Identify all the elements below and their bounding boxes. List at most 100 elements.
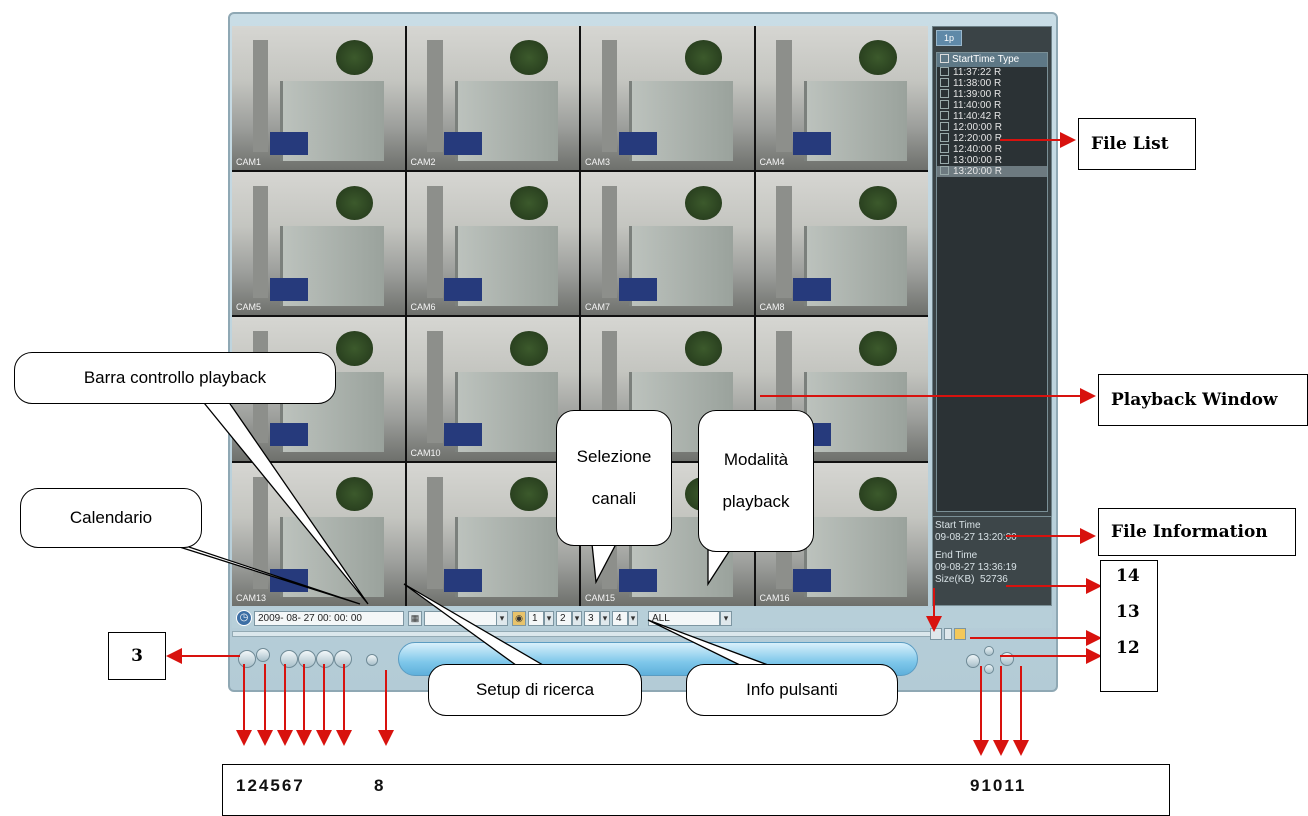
file-rows: 11:37:22 R 11:38:00 R 11:39:00 R 11:40:00 R… <box>937 67 1047 177</box>
playback-mode-select[interactable]: ALL <box>648 611 720 626</box>
number-14: 14 <box>1116 566 1140 586</box>
calendar-icon[interactable]: ▦ <box>408 611 422 626</box>
file-list-item[interactable]: 11:39:00 R <box>937 89 1047 100</box>
channel-4-field[interactable]: 4 <box>612 611 628 626</box>
pillar <box>427 331 443 444</box>
fast-play-button[interactable] <box>316 650 334 668</box>
file-start-time: 11:40:42 <box>953 111 992 122</box>
chevron-down-icon[interactable]: ▾ <box>628 611 638 626</box>
camera-tile[interactable]: CAM1 <box>232 26 405 170</box>
camera-tile[interactable] <box>406 462 579 606</box>
camera-tile[interactable]: CAM13 <box>232 462 405 606</box>
file-checkbox[interactable] <box>940 67 949 76</box>
pillar <box>776 40 792 153</box>
file-type: R <box>994 144 1002 155</box>
file-checkbox[interactable] <box>940 78 949 87</box>
file-list-item[interactable]: 11:40:42 R <box>937 111 1047 122</box>
camera-label: CAM1 <box>236 156 262 167</box>
camera-label: CAM3 <box>585 156 611 167</box>
plant <box>335 331 374 366</box>
search-icon[interactable]: ◉ <box>512 611 526 626</box>
chair <box>618 277 657 301</box>
camera-tile[interactable]: CAM3 <box>581 26 754 170</box>
chair <box>793 277 832 301</box>
file-start-time: 12:40:00 <box>953 144 992 155</box>
file-list-item[interactable]: 13:00:00 R <box>937 155 1047 166</box>
chair <box>444 277 483 301</box>
play-button[interactable] <box>238 650 256 668</box>
camera-tile[interactable]: CAM2 <box>406 26 579 170</box>
reverse-play-button[interactable] <box>256 648 270 662</box>
volume-icon[interactable] <box>366 654 378 666</box>
file-type: R <box>993 100 1002 111</box>
tab-1p[interactable]: 1p <box>936 30 962 46</box>
file-list-item[interactable]: 11:38:00 R <box>937 78 1047 89</box>
chevron-down-icon[interactable]: ▾ <box>600 611 610 626</box>
chevron-down-icon[interactable]: ▾ <box>572 611 582 626</box>
file-checkbox[interactable] <box>940 155 949 164</box>
file-checkbox[interactable] <box>940 100 949 109</box>
next-frame-button[interactable] <box>984 664 994 674</box>
next-file-button[interactable] <box>984 646 994 656</box>
plant <box>859 331 897 366</box>
setup-ricerca-callout: Setup di ricerca <box>428 664 642 716</box>
plant <box>859 476 897 512</box>
pillar <box>252 476 269 589</box>
number-12: 12 <box>1116 638 1140 658</box>
camera-tile[interactable]: CAM8 <box>755 171 928 315</box>
channel-2-field[interactable]: 2 <box>556 611 572 626</box>
camera-tile[interactable]: CAM10 <box>406 317 579 461</box>
file-checkbox[interactable] <box>940 144 949 153</box>
pillar <box>601 185 618 298</box>
file-list-item[interactable]: 11:37:22 R <box>937 67 1047 78</box>
search-icon[interactable] <box>954 628 966 640</box>
stop-button[interactable] <box>280 650 298 668</box>
camera-label: CAM6 <box>410 302 436 312</box>
chevron-down-icon[interactable]: ▾ <box>544 611 554 626</box>
camera-label: CAM4 <box>759 156 785 167</box>
info-icon[interactable] <box>944 628 952 640</box>
barra-controllo-callout: Barra controllo playback <box>14 352 336 404</box>
file-type: R <box>993 78 1002 89</box>
file-list[interactable]: StartTime Type 11:37:22 R 11:38:00 R 11:39… <box>936 52 1048 512</box>
channel-1-field[interactable]: 1 <box>528 611 544 626</box>
playback-progress-bar[interactable] <box>232 631 932 637</box>
camera-tile[interactable]: CAM7 <box>581 171 754 315</box>
file-list-item[interactable]: 12:20:00 R <box>937 133 1047 144</box>
end-time-value: 09-08-27 13:36:19 <box>935 562 1017 573</box>
start-time-label: Start Time <box>935 520 981 531</box>
prev-file-button[interactable] <box>966 654 980 668</box>
plant <box>684 331 723 366</box>
file-checkbox[interactable] <box>940 166 949 175</box>
numbers-1-7: 124567 <box>236 776 305 795</box>
backup-icon[interactable] <box>930 628 942 640</box>
camera-tile[interactable]: CAM6 <box>406 171 579 315</box>
file-checkbox[interactable] <box>940 122 949 131</box>
channel-3-field[interactable]: 3 <box>584 611 600 626</box>
chevron-down-icon[interactable]: ▾ <box>496 611 508 626</box>
plant <box>510 185 548 221</box>
file-checkbox[interactable] <box>940 111 949 120</box>
file-list-item[interactable]: 12:00:00 R <box>937 122 1047 133</box>
start-time-value: 09-08-27 13:20:00 <box>935 532 1017 543</box>
camera-tile[interactable]: CAM5 <box>232 171 405 315</box>
datetime-field[interactable]: 2009- 08- 27 00: 00: 00 <box>254 611 404 626</box>
clock-icon[interactable]: ◷ <box>236 610 252 626</box>
fullscreen-button[interactable] <box>1000 652 1014 666</box>
chair <box>269 277 308 301</box>
file-checkbox[interactable] <box>940 89 949 98</box>
file-checkbox[interactable] <box>940 133 949 142</box>
file-type: R <box>994 122 1002 133</box>
file-start-time: 11:38:00 <box>953 78 992 89</box>
slow-play-button[interactable] <box>298 650 316 668</box>
modalita-playback-callout: Modalità playback <box>698 410 814 552</box>
file-start-time: 11:37:22 <box>953 67 992 78</box>
file-list-item[interactable]: 13:20:00 R <box>937 166 1047 177</box>
camera-tile[interactable]: CAM4 <box>755 26 928 170</box>
file-list-item[interactable]: 11:40:00 R <box>937 100 1047 111</box>
file-type: R <box>994 155 1002 166</box>
prev-frame-button[interactable] <box>334 650 352 668</box>
file-list-item[interactable]: 12:40:00 R <box>937 144 1047 155</box>
chevron-down-icon[interactable]: ▾ <box>720 611 732 626</box>
select-all-checkbox[interactable] <box>940 54 949 63</box>
